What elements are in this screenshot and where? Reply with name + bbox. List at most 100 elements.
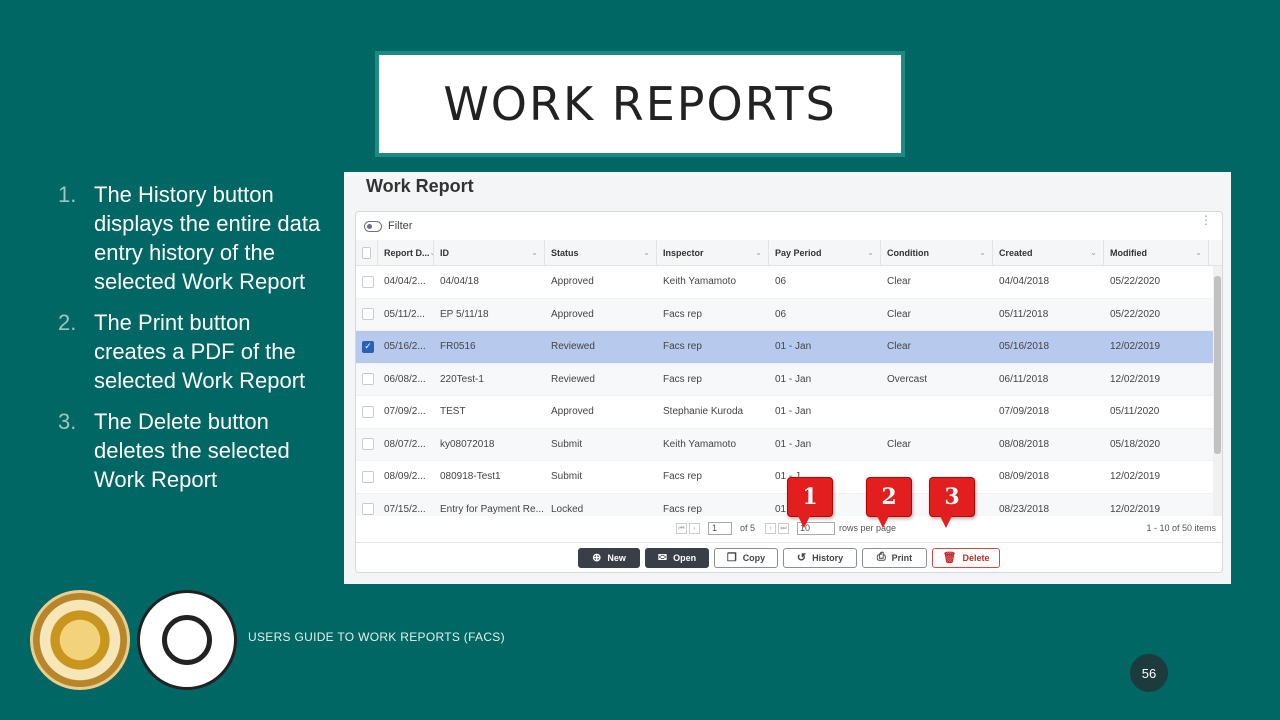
cell-condition: Clear bbox=[887, 341, 911, 353]
table-row[interactable]: 05/11/2... EP 5/11/18 Approved Facs rep 06 Cl… bbox=[356, 298, 1222, 331]
last-page-icon[interactable]: ⏭ bbox=[778, 522, 790, 534]
filter-toggle[interactable] bbox=[364, 220, 382, 232]
column-header[interactable]: Condition ⌄ bbox=[881, 240, 993, 265]
items-summary: 1 - 10 of 50 items bbox=[1146, 523, 1216, 533]
cell-created: 08/08/2018 bbox=[999, 438, 1050, 450]
column-header[interactable]: ID ⌄ bbox=[434, 240, 545, 265]
row-checkbox[interactable] bbox=[362, 373, 374, 386]
step-number: 3. bbox=[58, 409, 77, 434]
cell-id: ky08072018 bbox=[440, 438, 495, 450]
row-select-cell bbox=[356, 405, 378, 418]
next-page-icon[interactable]: › bbox=[765, 522, 777, 534]
row-select-cell: ✓ bbox=[356, 340, 378, 353]
cell-created: 05/16/2018 bbox=[999, 341, 1050, 353]
row-checkbox[interactable]: ✓ bbox=[362, 340, 374, 353]
cell-condition: Clear bbox=[887, 438, 911, 450]
grid-toolbar: ⊕ New ✉ Open ❐ Copy ↺ History ⎙ Print 🗑 Delete bbox=[356, 542, 1222, 572]
column-header[interactable]: Modified ⌄ bbox=[1104, 240, 1209, 265]
cell-modified: 05/22/2020 bbox=[1110, 308, 1161, 320]
callout-print: 2 bbox=[866, 477, 912, 528]
print-button[interactable]: ⎙ Print bbox=[862, 547, 927, 568]
slide-title-box: WORK REPORTS bbox=[375, 51, 905, 157]
column-header[interactable]: Report D...⌄ bbox=[378, 240, 434, 265]
column-header[interactable]: Status ⌄ bbox=[545, 240, 657, 265]
chevron-down-icon: ⌄ bbox=[755, 248, 762, 257]
table-row[interactable]: 08/07/2... ky08072018 Submit Keith Yamamoto… bbox=[356, 428, 1222, 461]
cell-id: Entry for Payment Re... bbox=[440, 503, 544, 515]
work-report-grid: Filter ⋮ Report D...⌄ ID⌄ Status⌄ Inspec… bbox=[355, 211, 1223, 573]
cell-created: 08/09/2018 bbox=[999, 471, 1050, 483]
steps-list: 1. The History button displays the entire… bbox=[58, 180, 328, 506]
table-row[interactable]: 04/04/2... 04/04/18 Approved Keith Yamamoto… bbox=[356, 266, 1222, 299]
row-checkbox[interactable] bbox=[362, 308, 374, 321]
cell-status: Approved bbox=[551, 308, 594, 320]
table-row[interactable]: 07/09/2... TEST Approved Stephanie Kuroda 01… bbox=[356, 396, 1222, 429]
column-header[interactable]: Inspector ⌄ bbox=[657, 240, 769, 265]
chevron-down-icon: ⌄ bbox=[867, 248, 874, 257]
cell-id: TEST bbox=[440, 406, 466, 418]
step-item: 3. The Delete button deletes the selected… bbox=[58, 407, 328, 494]
cell-created: 05/11/2018 bbox=[999, 308, 1049, 320]
cell-pay-period: 06 bbox=[775, 308, 787, 320]
step-number: 1. bbox=[58, 182, 77, 207]
cell-pay-period: 01 - Jan bbox=[775, 341, 812, 353]
step-text: The Print button creates a PDF of the se… bbox=[94, 310, 306, 393]
more-options-icon[interactable]: ⋮ bbox=[1200, 214, 1212, 226]
callout-delete: 3 bbox=[929, 477, 975, 528]
delete-button[interactable]: 🗑 Delete bbox=[932, 547, 1000, 568]
prev-page-icon[interactable]: ‹ bbox=[689, 522, 700, 534]
table-row[interactable]: ✓ 05/16/2... FR0516 Reviewed Facs rep 01 - Ja… bbox=[356, 331, 1222, 364]
history-button[interactable]: ↺ History bbox=[783, 547, 857, 568]
select-all-checkbox[interactable] bbox=[362, 246, 371, 259]
cell-date: 05/11/2... bbox=[384, 308, 425, 320]
cell-id: 080918-Test1 bbox=[440, 471, 501, 483]
cell-inspector: Stephanie Kuroda bbox=[663, 406, 744, 418]
step-text: The History button displays the entire d… bbox=[94, 182, 321, 294]
row-checkbox[interactable] bbox=[362, 275, 374, 288]
cell-condition: Clear bbox=[887, 276, 911, 288]
row-checkbox[interactable] bbox=[362, 503, 374, 516]
work-report-screenshot: Work Report Filter ⋮ Report D...⌄ ID⌄ St… bbox=[344, 172, 1231, 584]
row-checkbox[interactable] bbox=[362, 470, 374, 483]
table-row[interactable]: 06/08/2... 220Test-1 Reviewed Facs rep 01 - … bbox=[356, 363, 1222, 396]
page-number: 56 bbox=[1130, 654, 1168, 692]
cell-date: 07/15/2... bbox=[384, 503, 426, 515]
cell-date: 08/07/2... bbox=[384, 438, 426, 450]
open-button[interactable]: ✉ Open bbox=[645, 547, 709, 568]
copy-button[interactable]: ❐ Copy bbox=[714, 547, 778, 568]
filter-bar: Filter ⋮ bbox=[356, 212, 1222, 240]
scrollbar-thumb[interactable] bbox=[1214, 276, 1221, 454]
cell-id: EP 5/11/18 bbox=[440, 308, 489, 320]
callout-history: 1 bbox=[787, 477, 833, 528]
cell-modified: 05/11/2020 bbox=[1110, 406, 1160, 418]
new-button[interactable]: ⊕ New bbox=[578, 547, 640, 568]
cell-status: Reviewed bbox=[551, 373, 595, 385]
chevron-down-icon: ⌄ bbox=[979, 248, 986, 257]
chevron-down-icon: ⌄ bbox=[1195, 248, 1202, 257]
guide-title: USERS GUIDE TO WORK REPORTS (FACS) bbox=[248, 630, 505, 644]
row-select-cell bbox=[356, 470, 378, 483]
cell-inspector: Facs rep bbox=[663, 341, 702, 353]
row-checkbox[interactable] bbox=[362, 438, 374, 451]
department-of-transportation-seal bbox=[137, 590, 237, 690]
cell-modified: 12/02/2019 bbox=[1110, 503, 1161, 515]
column-header[interactable]: Pay Period ⌄ bbox=[769, 240, 881, 265]
vertical-scrollbar[interactable] bbox=[1213, 266, 1222, 516]
cell-created: 08/23/2018 bbox=[999, 503, 1050, 515]
cell-status: Submit bbox=[551, 471, 583, 483]
cell-modified: 12/02/2019 bbox=[1110, 471, 1161, 483]
column-header[interactable]: Created ⌄ bbox=[993, 240, 1104, 265]
row-checkbox[interactable] bbox=[362, 405, 374, 418]
cell-id: 220Test-1 bbox=[440, 373, 484, 385]
cell-modified: 05/18/2020 bbox=[1110, 438, 1161, 450]
cell-condition: Overcast bbox=[887, 373, 928, 385]
cell-inspector: Facs rep bbox=[663, 373, 702, 385]
cell-inspector: Facs rep bbox=[663, 471, 702, 483]
printer-icon: ⎙ bbox=[876, 551, 886, 563]
cell-inspector: Facs rep bbox=[663, 503, 702, 515]
step-item: 2. The Print button creates a PDF of the … bbox=[58, 308, 328, 395]
cell-pay-period: 01 - Jan bbox=[775, 438, 812, 450]
page-input[interactable]: 1 bbox=[708, 521, 732, 535]
cell-modified: 05/22/2020 bbox=[1110, 276, 1161, 288]
first-page-icon[interactable]: ⏮ bbox=[676, 522, 687, 534]
